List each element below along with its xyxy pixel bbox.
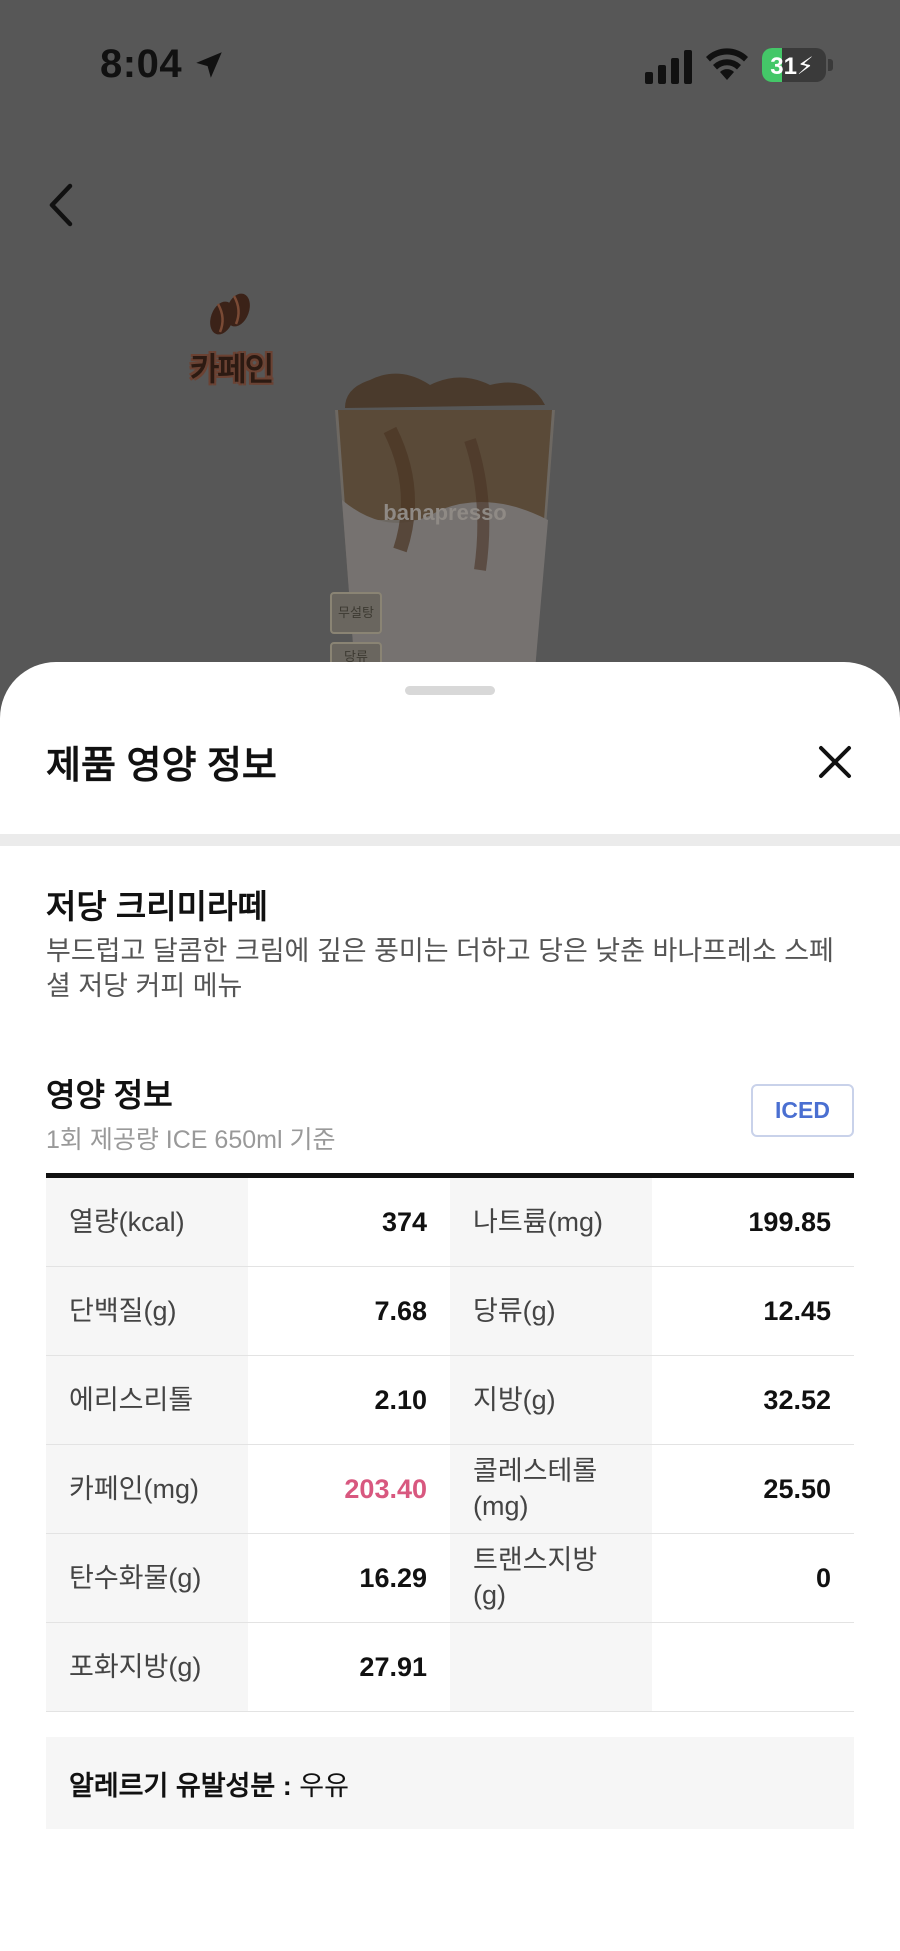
nutrient-label: 콜레스테롤(mg): [450, 1445, 652, 1533]
nutrient-label: 단백질(g): [46, 1267, 248, 1355]
iced-badge: ICED: [751, 1084, 854, 1137]
nutrition-table: 열량(kcal) 374 나트륨(mg) 199.85 단백질(g) 7.68 …: [46, 1173, 854, 1712]
table-row: 단백질(g) 7.68 당류(g) 12.45: [46, 1267, 854, 1356]
nutrient-value: 374: [381, 1206, 427, 1237]
cup-logo-text: banapresso: [383, 500, 507, 525]
nutrient-value: 25.50: [763, 1473, 831, 1504]
nutrient-label: 당류(g): [450, 1267, 652, 1355]
product-description: 부드럽고 달콤한 크림에 깊은 풍미는 더하고 당은 낮춘 바나프레소 스페셜 …: [46, 936, 834, 1001]
wifi-icon: [706, 48, 748, 80]
battery-percent: 31: [770, 53, 797, 80]
nutrient-value: 32.52: [763, 1384, 831, 1415]
cellular-signal-icon: [645, 50, 692, 84]
nutrient-value: 199.85: [748, 1206, 831, 1237]
nutrient-label: 탄수화물(g): [46, 1534, 248, 1622]
allergy-value: 우유: [299, 1770, 349, 1801]
empty-label-cell: [450, 1623, 652, 1711]
status-bar: 8:04 31⚡: [0, 0, 900, 130]
nutrient-label: 지방(g): [450, 1356, 652, 1444]
nutrient-label: 에리스리톨: [46, 1356, 248, 1444]
sheet-title: 제품 영양 정보: [46, 745, 277, 787]
nutrient-label: 트랜스지방(g): [450, 1534, 652, 1622]
serving-basis: 1회 제공량 ICE 650ml 기준: [46, 1126, 336, 1154]
battery-nub: [828, 59, 833, 71]
caffeine-value: 203.40: [344, 1473, 427, 1504]
section-divider: [0, 834, 900, 846]
nutrient-value: 27.91: [359, 1651, 427, 1682]
caffeine-badge-label: 카페인: [189, 351, 274, 387]
close-icon[interactable]: [815, 742, 855, 782]
coffee-bean-icon: [210, 293, 250, 335]
nutrient-label: 나트륨(mg): [450, 1178, 652, 1266]
table-row: 에리스리톨 2.10 지방(g) 32.52: [46, 1356, 854, 1445]
table-row: 열량(kcal) 374 나트륨(mg) 199.85: [46, 1178, 854, 1267]
nutrient-value: 16.29: [359, 1562, 427, 1593]
caffeine-badge: 카페인: [176, 288, 286, 388]
nutrient-label: 열량(kcal): [46, 1178, 248, 1266]
chevron-left-icon[interactable]: [40, 180, 80, 230]
product-name: 저당 크리미라떼: [46, 888, 268, 925]
nutrition-bottom-sheet: 제품 영양 정보 저당 크리미라떼 부드럽고 달콤한 크림에 깊은 풍미는 더하…: [0, 662, 900, 1951]
sheet-drag-handle[interactable]: [405, 686, 495, 695]
battery-indicator: 31⚡: [762, 48, 826, 82]
battery-charging-icon: 31⚡: [770, 53, 814, 80]
empty-value-cell: [652, 1623, 854, 1711]
nutrition-title: 영양 정보: [46, 1077, 173, 1113]
table-row: 카페인(mg) 203.40 콜레스테롤(mg) 25.50: [46, 1445, 854, 1534]
location-arrow-icon: [196, 52, 222, 78]
status-time: 8:04: [100, 42, 183, 86]
table-row: 포화지방(g) 27.91: [46, 1623, 854, 1712]
allergy-label: 알레르기 유발성분 :: [69, 1770, 292, 1801]
nutrient-label: 카페인(mg): [46, 1445, 248, 1533]
table-row: 탄수화물(g) 16.29 트랜스지방(g) 0: [46, 1534, 854, 1623]
sugar-free-tag: 무설탕: [330, 592, 382, 634]
allergy-info: 알레르기 유발성분 : 우유: [46, 1737, 854, 1829]
nutrient-value: 12.45: [763, 1295, 831, 1326]
nutrient-value: 0: [815, 1562, 831, 1593]
nutrient-value: 7.68: [374, 1295, 427, 1326]
nutrient-value: 2.10: [374, 1384, 427, 1415]
nutrient-label: 포화지방(g): [46, 1623, 248, 1711]
